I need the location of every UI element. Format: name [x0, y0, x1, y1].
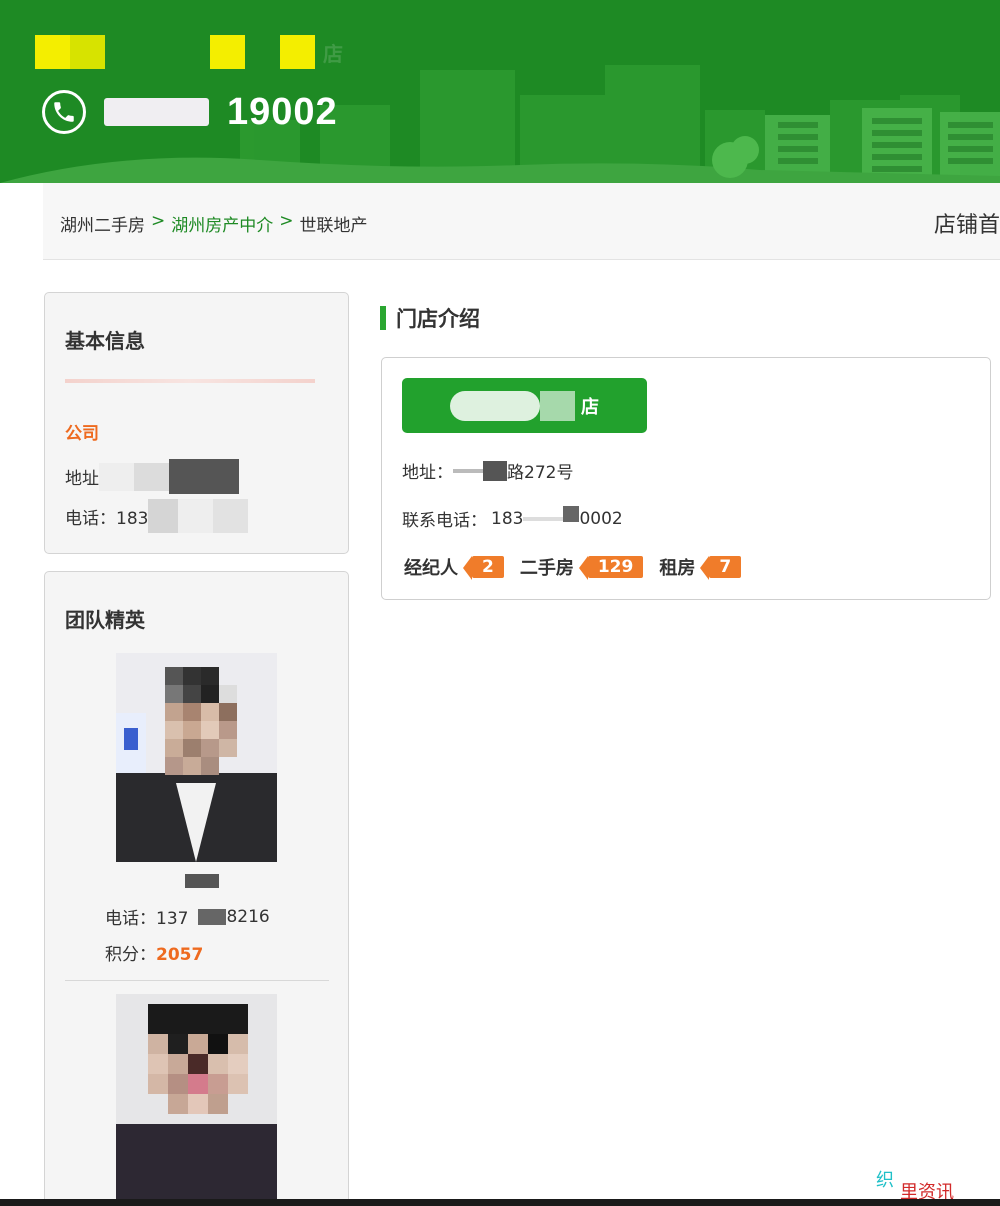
basic-info-card: 基本信息 公司 地址 电话：183 [44, 292, 349, 554]
store-stats: 经纪人 2 二手房 129 租房 7 [404, 554, 757, 580]
store-contact-row: 联系电话： 183 0002 [402, 505, 623, 531]
store-contact-tail: 0002 [579, 508, 623, 529]
redacted-block [563, 505, 580, 522]
stat-secondhand-label: 二手房 [519, 558, 574, 579]
redacted-block [99, 462, 134, 491]
breadcrumb-item-current: 世联地产 [299, 216, 368, 236]
basic-phone-row: 电话：183 [65, 499, 249, 533]
agent-phone: 电话：137 [105, 909, 189, 929]
redacted-block [453, 468, 483, 473]
header-banner: 店 19002 [0, 0, 1000, 183]
breadcrumb-item-agency[interactable]: 湖州房产中介 [171, 211, 273, 236]
stat-agents-count: 2 [463, 556, 504, 580]
store-home-tab[interactable]: 店铺首 [934, 207, 1000, 239]
agent-phone-tail: 8216 [226, 906, 270, 927]
store-contact-label: 联系电话： [402, 511, 487, 531]
team-card: 团队精英 电话：137 8216 积分：2057 [44, 571, 349, 1206]
phone-icon [42, 90, 86, 134]
breadcrumb: 湖州二手房 > 湖州房产中介 > 世联地产 [60, 211, 368, 236]
redacted-block [178, 499, 214, 533]
store-contact-head: 183 [491, 508, 524, 529]
redacted-block [213, 499, 249, 533]
store-name-button[interactable]: 店 [402, 378, 647, 433]
breadcrumb-separator: > [151, 211, 166, 231]
redacted-block [450, 390, 540, 421]
store-intro-heading: 门店介绍 [380, 303, 480, 333]
store-name: 店 [581, 396, 599, 418]
store-address-tail: 路272号 [507, 463, 574, 483]
redacted-block [280, 35, 315, 69]
redacted-block [134, 462, 169, 491]
redacted-line [65, 379, 315, 383]
breadcrumb-bar: 湖州二手房 > 湖州房产中介 > 世联地产 店铺首 [43, 183, 1000, 260]
stat-agents-label: 经纪人 [404, 558, 458, 579]
agent-photo[interactable] [116, 994, 277, 1204]
agent-photo[interactable] [116, 653, 277, 862]
divider [65, 980, 329, 981]
watermark: 织里资讯 [876, 1166, 954, 1203]
store-address-label: 地址： [402, 463, 453, 483]
stat-rental-count: 7 [700, 556, 742, 580]
redacted-block [70, 35, 105, 69]
breadcrumb-item-secondhand[interactable]: 湖州二手房 [60, 211, 145, 236]
basic-address-row: 地址 [65, 459, 239, 494]
redacted-block [245, 35, 280, 69]
redacted-block [523, 516, 564, 521]
basic-info-title: 基本信息 [65, 329, 145, 353]
stat-secondhand-count: 129 [578, 556, 644, 580]
redacted-block [483, 460, 507, 481]
bottom-bar [0, 1199, 1000, 1206]
header-phone[interactable]: 19002 [42, 90, 338, 134]
address-label: 地址 [65, 469, 99, 489]
store-info-card: 店 地址： 路272号 联系电话： 183 0002 经纪人 2 二手房 129… [381, 357, 991, 600]
watermark-a: 织 [876, 1170, 894, 1191]
redacted-block [104, 98, 209, 126]
stat-agents[interactable]: 经纪人 2 [404, 554, 504, 580]
redacted-block [540, 390, 575, 421]
shop-title-text: 店 [323, 41, 343, 66]
shop-title: 店 [35, 35, 343, 69]
agent-score: 2057 [156, 945, 204, 965]
redacted-block [105, 35, 210, 69]
company-label: 公司 [65, 424, 99, 444]
stat-rental-label: 租房 [659, 558, 696, 579]
agent-score-label: 积分： [105, 945, 156, 965]
redacted-block [210, 35, 245, 69]
redacted-block [148, 499, 179, 533]
stat-rental[interactable]: 租房 7 [659, 554, 742, 580]
team-title: 团队精英 [65, 608, 145, 632]
agent-score-row: 积分：2057 [105, 940, 203, 965]
breadcrumb-separator: > [279, 211, 294, 231]
store-address-row: 地址： 路272号 [402, 458, 573, 483]
agent-phone-row: 电话：137 8216 [105, 904, 270, 930]
redacted-block [185, 874, 219, 888]
phone-number: 19002 [227, 90, 338, 133]
stat-secondhand[interactable]: 二手房 129 [520, 554, 644, 580]
section-marker [380, 306, 386, 330]
redacted-block [35, 35, 70, 69]
store-intro-title: 门店介绍 [396, 307, 480, 331]
redacted-block [198, 908, 227, 925]
basic-phone: 电话：183 [65, 508, 149, 529]
redacted-block [169, 459, 239, 494]
